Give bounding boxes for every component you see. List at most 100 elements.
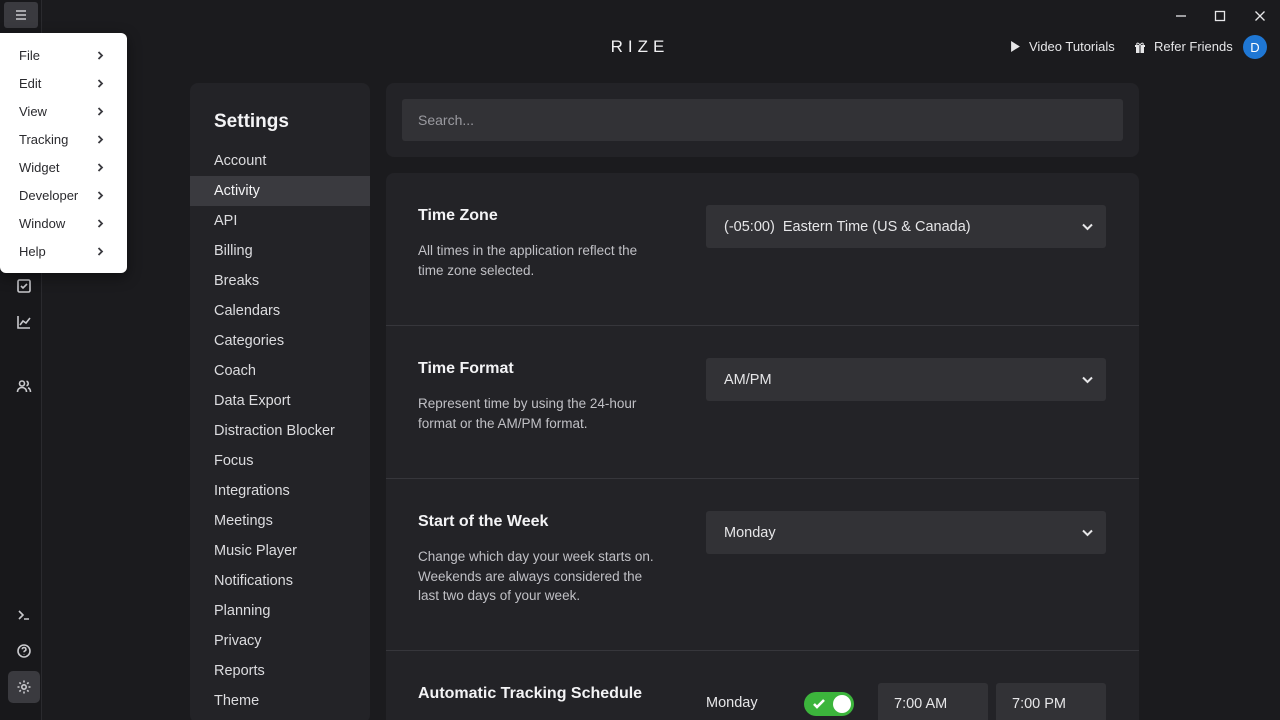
avatar[interactable]: D	[1243, 35, 1267, 59]
app-menu: File Edit View Tracking Widget Developer Windo…	[0, 33, 127, 273]
menu-item-view[interactable]: View	[0, 97, 127, 125]
schedule-end-time[interactable]: 7:00 PM	[996, 683, 1106, 720]
settings-item-meetings[interactable]: Meetings	[190, 506, 370, 536]
timeformat-title: Time Format	[418, 360, 514, 377]
chevron-down-icon	[1081, 220, 1094, 233]
menu-item-label: View	[19, 103, 47, 119]
menu-item-label: Widget	[19, 159, 60, 175]
gift-icon	[1135, 42, 1145, 53]
rail-settings-button[interactable]	[8, 671, 40, 703]
settings-item-reports[interactable]: Reports	[190, 656, 370, 686]
weekstart-select[interactable]: Monday	[706, 511, 1106, 554]
settings-item-privacy[interactable]: Privacy	[190, 626, 370, 656]
timezone-value: (-05:00) Eastern Time (US & Canada)	[724, 218, 971, 235]
video-tutorials-label: Video Tutorials	[1029, 39, 1115, 54]
settings-item-categories[interactable]: Categories	[190, 326, 370, 356]
gear-icon	[17, 680, 31, 694]
chevron-down-icon	[1081, 373, 1094, 386]
timeformat-value: AM/PM	[724, 371, 772, 388]
weekstart-value: Monday	[724, 524, 776, 541]
menu-item-label: Developer	[19, 187, 79, 203]
chevron-right-icon	[97, 134, 104, 144]
settings-item-api[interactable]: API	[190, 206, 370, 236]
settings-item-coach[interactable]: Coach	[190, 356, 370, 386]
settings-item-music-player[interactable]: Music Player	[190, 536, 370, 566]
maximize-icon	[1214, 10, 1226, 22]
timeformat-select[interactable]: AM/PM	[706, 358, 1106, 401]
menu-item-widget[interactable]: Widget	[0, 153, 127, 181]
schedule-start-time[interactable]: 7:00 AM	[878, 683, 988, 720]
users-icon	[16, 380, 32, 393]
settings-item-data-export[interactable]: Data Export	[190, 386, 370, 416]
menu-item-edit[interactable]: Edit	[0, 69, 127, 97]
toggle-knob	[833, 695, 851, 713]
settings-content: Time Zone All times in the application r…	[386, 173, 1139, 720]
settings-item-focus[interactable]: Focus	[190, 446, 370, 476]
close-button[interactable]	[1250, 6, 1270, 26]
refer-friends-label: Refer Friends	[1154, 39, 1233, 54]
settings-item-activity[interactable]: Activity	[190, 176, 370, 206]
settings-nav-list: Account Activity API Billing Breaks Calendars…	[190, 146, 370, 716]
menu-item-label: Edit	[19, 75, 42, 91]
minimize-icon	[1176, 15, 1186, 17]
close-icon	[1255, 11, 1265, 21]
rail-help-button[interactable]	[8, 635, 40, 667]
settings-item-billing[interactable]: Billing	[190, 236, 370, 266]
weekstart-desc: Change which day your week starts on. We…	[418, 549, 654, 603]
settings-item-theme[interactable]: Theme	[190, 686, 370, 716]
schedule-day-toggle[interactable]	[804, 692, 854, 716]
weekstart-section: Start of the Week Change which day your …	[386, 479, 1139, 651]
settings-item-calendars[interactable]: Calendars	[190, 296, 370, 326]
settings-item-breaks[interactable]: Breaks	[190, 266, 370, 296]
line-chart-icon	[17, 316, 31, 329]
timeformat-desc: Represent time by using the 24-hour form…	[418, 396, 637, 431]
menu-item-label: Help	[19, 243, 46, 259]
timezone-desc: All times in the application reflect the…	[418, 243, 638, 278]
chevron-right-icon	[97, 50, 104, 60]
question-icon	[17, 644, 31, 658]
settings-item-notifications[interactable]: Notifications	[190, 566, 370, 596]
schedule-day-label: Monday	[706, 695, 758, 711]
menu-item-label: Tracking	[19, 131, 69, 147]
menu-item-file[interactable]: File	[0, 41, 127, 69]
chevron-right-icon	[97, 190, 104, 200]
settings-item-distraction-blocker[interactable]: Distraction Blocker	[190, 416, 370, 446]
rail-terminal-button[interactable]	[8, 599, 40, 631]
settings-nav: Settings Account Activity API Billing Breaks…	[190, 83, 370, 720]
weekstart-title: Start of the Week	[418, 513, 549, 530]
maximize-button[interactable]	[1210, 6, 1230, 26]
chevron-right-icon	[97, 78, 104, 88]
rail-team-button[interactable]	[8, 370, 40, 402]
settings-item-account[interactable]: Account	[190, 146, 370, 176]
refer-friends-button[interactable]: Refer Friends	[1134, 39, 1233, 54]
settings-item-planning[interactable]: Planning	[190, 596, 370, 626]
terminal-icon	[18, 610, 29, 620]
menu-item-window[interactable]: Window	[0, 209, 127, 237]
video-tutorials-button[interactable]: Video Tutorials	[1010, 39, 1115, 54]
chevron-right-icon	[97, 218, 104, 228]
settings-item-integrations[interactable]: Integrations	[190, 476, 370, 506]
search-input[interactable]	[402, 99, 1123, 141]
timezone-section: Time Zone All times in the application r…	[386, 173, 1139, 326]
menu-item-developer[interactable]: Developer	[0, 181, 127, 209]
schedule-title: Automatic Tracking Schedule	[418, 685, 643, 702]
checkbox-icon	[17, 279, 31, 293]
menu-item-help[interactable]: Help	[0, 237, 127, 265]
settings-title: Settings	[214, 111, 289, 132]
timezone-title: Time Zone	[418, 207, 498, 224]
chevron-right-icon	[97, 162, 104, 172]
search-card	[386, 83, 1139, 157]
timeformat-section: Time Format Represent time by using the …	[386, 326, 1139, 479]
minimize-button[interactable]	[1171, 6, 1191, 26]
rail-tasks-button[interactable]	[8, 270, 40, 302]
timezone-select[interactable]: (-05:00) Eastern Time (US & Canada)	[706, 205, 1106, 248]
chevron-right-icon	[97, 246, 104, 256]
menu-item-label: Window	[19, 215, 66, 231]
hamburger-icon	[16, 10, 26, 20]
rail-analytics-button[interactable]	[8, 306, 40, 338]
chevron-right-icon	[97, 106, 104, 116]
menu-item-tracking[interactable]: Tracking	[0, 125, 127, 153]
chevron-down-icon	[1081, 526, 1094, 539]
hamburger-menu-button[interactable]	[4, 2, 38, 28]
check-icon	[812, 697, 826, 711]
